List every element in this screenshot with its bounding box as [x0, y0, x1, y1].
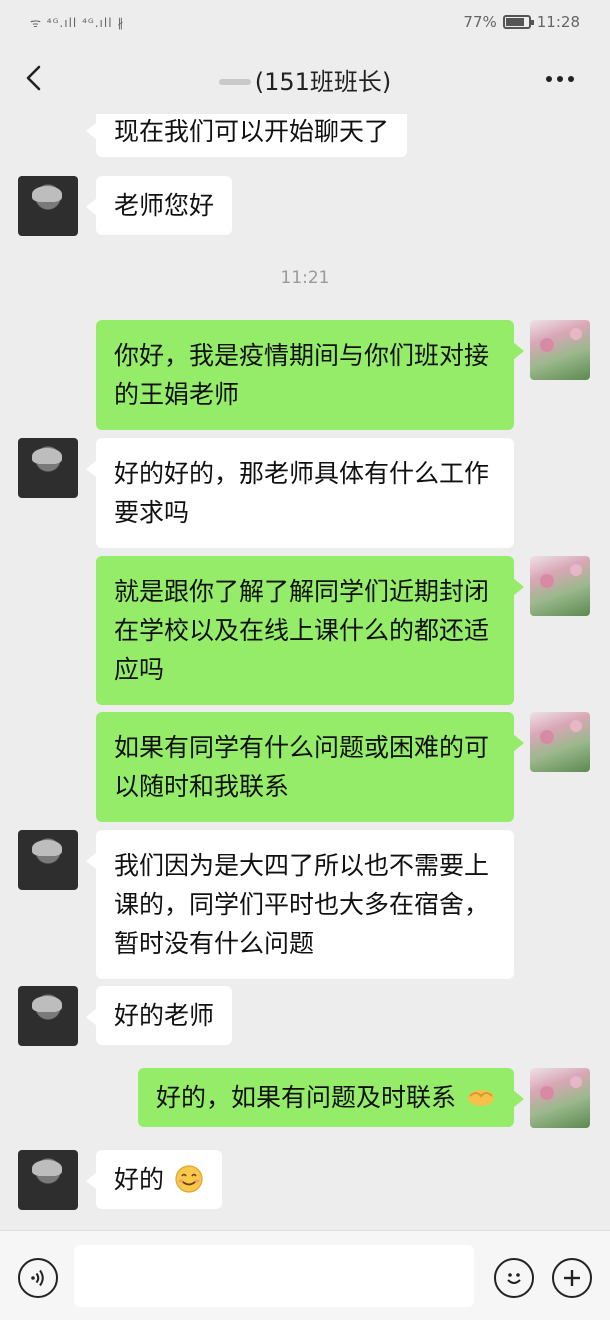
chat-messages[interactable]: 现在我们可以开始聊天了 老师您好 11:21 你好，我是疫情期间与你们班对接的王… [0, 114, 610, 1230]
message-bubble-right[interactable]: 你好，我是疫情期间与你们班对接的王娟老师 [96, 320, 524, 430]
redacted-name [218, 79, 251, 85]
battery-percent: 77% [463, 13, 497, 31]
chat-header: (151班班长) [0, 44, 610, 114]
message-text: 如果有同学有什么问题或困难的可以随时和我联系 [114, 733, 490, 801]
avatar-other[interactable] [18, 438, 78, 498]
avatar-self[interactable] [530, 712, 590, 772]
more-dots-icon [546, 76, 574, 82]
chat-title-text: (151班班长) [254, 67, 392, 96]
message-text: 好的 [114, 1165, 165, 1194]
message-bubble-right[interactable]: 就是跟你了解了解同学们近期封闭在学校以及在线上课什么的都还适应吗 [96, 556, 524, 705]
status-bar-right: 77% 11:28 [463, 13, 580, 31]
smile-emoji [175, 1165, 203, 1193]
chat-title: (151班班长) [218, 62, 392, 97]
voice-button[interactable] [18, 1258, 58, 1298]
status-bar-left: ᯤ ⁴ᴳ.ıll ⁴ᴳ.ıll ∦ [30, 14, 124, 31]
avatar-self[interactable] [530, 556, 590, 616]
avatar-other[interactable] [18, 176, 78, 236]
message-text: 就是跟你了解了解同学们近期封闭在学校以及在线上课什么的都还适应吗 [114, 577, 490, 684]
message-bubble-left[interactable]: 我们因为是大四了所以也不需要上课的，同学们平时也大多在宿舍，暂时没有什么问题 [86, 830, 514, 979]
avatar-self[interactable] [530, 320, 590, 380]
message-bubble-right[interactable]: 好的，如果有问题及时联系 [138, 1068, 524, 1127]
message-bubble-left[interactable]: 老师您好 [85, 176, 233, 235]
avatar-self[interactable] [530, 1068, 590, 1128]
signal-indicators: ᯤ ⁴ᴳ.ıll ⁴ᴳ.ıll ∦ [30, 15, 125, 30]
message-bubble-left[interactable]: 现在我们可以开始聊天了 [85, 114, 408, 157]
input-bar [0, 1230, 610, 1320]
plus-button[interactable] [552, 1258, 592, 1298]
avatar-other[interactable] [18, 830, 78, 890]
message-bubble-right[interactable]: 如果有同学有什么问题或困难的可以随时和我联系 [96, 712, 524, 822]
message-text: 你好，我是疫情期间与你们班对接的王娟老师 [114, 341, 490, 409]
handshake-emoji [468, 1090, 494, 1106]
message-bubble-left[interactable]: 好的好的，那老师具体有什么工作要求吗 [86, 438, 514, 548]
chevron-left-icon [26, 65, 41, 91]
message-text: 现在我们可以开始聊天了 [114, 117, 390, 146]
message-bubble-left[interactable]: 好的 [86, 1150, 222, 1209]
avatar-other[interactable] [18, 986, 78, 1046]
status-bar: ᯤ ⁴ᴳ.ıll ⁴ᴳ.ıll ∦ 77% 11:28 [0, 0, 610, 44]
more-button[interactable] [540, 64, 580, 94]
timestamp: 11:21 [280, 268, 330, 288]
message-text: 好的老师 [114, 1001, 215, 1030]
message-text: 我们因为是大四了所以也不需要上课的，同学们平时也大多在宿舍，暂时没有什么问题 [114, 851, 490, 958]
message-text: 老师您好 [114, 191, 215, 220]
plus-icon [564, 1270, 580, 1286]
avatar-other[interactable] [18, 1150, 78, 1210]
back-button[interactable] [16, 60, 52, 96]
status-time: 11:28 [536, 13, 580, 31]
voice-icon [31, 1269, 44, 1287]
message-bubble-left[interactable]: 好的老师 [85, 986, 233, 1045]
battery-icon [502, 15, 534, 29]
message-text: 好的，如果有问题及时联系 [156, 1083, 457, 1112]
emoji-icon [507, 1273, 521, 1284]
message-input[interactable] [74, 1245, 474, 1307]
message-text: 好的好的，那老师具体有什么工作要求吗 [114, 459, 490, 527]
emoji-button[interactable] [494, 1258, 534, 1298]
